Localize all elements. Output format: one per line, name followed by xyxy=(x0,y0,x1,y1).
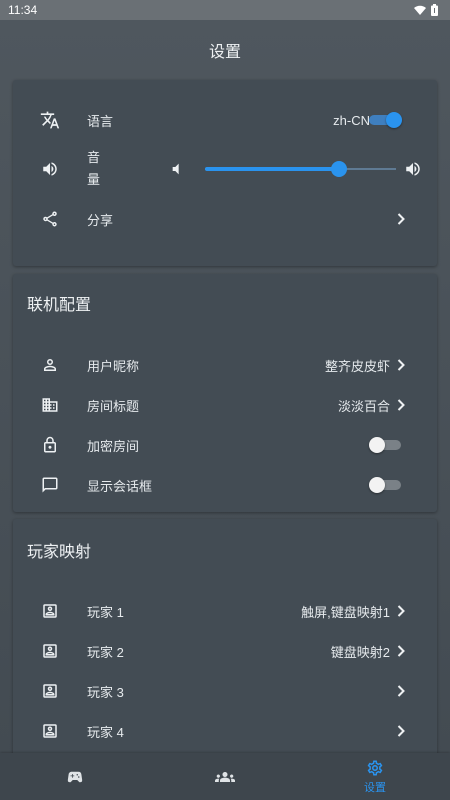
volume-slider-thumb[interactable] xyxy=(330,161,347,177)
language-row[interactable]: 语言 zh-CN xyxy=(13,100,437,140)
show-dialog-row[interactable]: 显示会话框 xyxy=(13,465,437,505)
account-box-icon xyxy=(39,600,61,622)
settings-page: 设置 语言 zh-CN 音量 分享 联机配置 用户昵称 整齐皮皮虾 房间标题 淡… xyxy=(0,20,450,753)
player-mapping-card: 玩家映射 玩家 1 触屏,键盘映射1 玩家 2 键盘映射2 玩家 3 玩家 4 xyxy=(13,519,437,753)
volume-down-icon[interactable] xyxy=(165,158,187,180)
volume-label: 音量 xyxy=(87,150,101,187)
player-mapping-value: 触屏,键盘映射1 xyxy=(301,604,390,620)
online-settings-card: 联机配置 用户昵称 整齐皮皮虾 房间标题 淡淡百合 加密房间 显示会话框 xyxy=(13,274,437,512)
share-icon xyxy=(39,208,61,230)
chevron-right-icon xyxy=(395,605,407,617)
nav-settings-label: 设置 xyxy=(364,781,386,794)
room-title-label: 房间标题 xyxy=(87,398,140,414)
language-value: zh-CN xyxy=(333,112,370,128)
volume-row: 音量 xyxy=(13,148,437,190)
account-box-icon xyxy=(39,640,61,662)
players-header: 玩家映射 xyxy=(27,544,92,561)
player-row[interactable]: 玩家 1 触屏,键盘映射1 xyxy=(13,591,437,631)
person-icon xyxy=(39,354,61,376)
nickname-row[interactable]: 用户昵称 整齐皮皮虾 xyxy=(13,345,437,385)
chevron-right-icon xyxy=(395,645,407,657)
account-box-icon xyxy=(39,680,61,702)
lock-icon xyxy=(39,434,61,456)
group-icon xyxy=(215,767,235,787)
language-label: 语言 xyxy=(87,113,114,129)
encrypt-room-row[interactable]: 加密房间 xyxy=(13,425,437,465)
online-header: 联机配置 xyxy=(27,297,92,314)
chevron-right-icon xyxy=(395,399,407,411)
encrypt-room-toggle[interactable] xyxy=(369,437,401,453)
chevron-right-icon xyxy=(395,725,407,737)
player-label: 玩家 3 xyxy=(87,684,124,700)
account-box-icon xyxy=(39,720,61,742)
nav-online[interactable] xyxy=(150,753,300,800)
status-bar: 11:34 xyxy=(0,0,450,20)
show-dialog-label: 显示会话框 xyxy=(87,478,153,494)
chevron-right-icon xyxy=(395,685,407,697)
player-row[interactable]: 玩家 2 键盘映射2 xyxy=(13,631,437,671)
gamepad-icon xyxy=(66,768,84,786)
building-icon xyxy=(39,394,61,416)
player-row[interactable]: 玩家 3 xyxy=(13,671,437,711)
translate-icon xyxy=(39,109,61,131)
nav-games[interactable] xyxy=(0,753,150,800)
player-row[interactable]: 玩家 4 xyxy=(13,711,437,751)
show-dialog-toggle[interactable] xyxy=(369,477,401,493)
language-toggle[interactable] xyxy=(369,112,402,128)
settings-gear-icon xyxy=(366,759,384,777)
status-icons xyxy=(414,4,438,16)
chevron-right-icon xyxy=(395,359,407,371)
share-row[interactable]: 分享 xyxy=(13,199,437,239)
nickname-value: 整齐皮皮虾 xyxy=(324,358,390,374)
player-label: 玩家 2 xyxy=(87,644,124,660)
nav-settings[interactable]: 设置 xyxy=(300,753,450,800)
volume-slider-fill xyxy=(205,167,339,171)
status-time: 11:34 xyxy=(8,3,38,17)
page-title: 设置 xyxy=(208,44,241,61)
wifi-icon xyxy=(414,5,426,15)
player-mapping-value: 键盘映射2 xyxy=(330,644,390,660)
encrypt-room-label: 加密房间 xyxy=(87,438,140,454)
share-label: 分享 xyxy=(87,212,114,228)
volume-icon xyxy=(39,158,61,180)
nickname-label: 用户昵称 xyxy=(87,358,140,374)
battery-icon xyxy=(431,4,438,16)
room-title-row[interactable]: 房间标题 淡淡百合 xyxy=(13,385,437,425)
player-label: 玩家 1 xyxy=(87,604,124,620)
chevron-right-icon xyxy=(395,213,407,225)
bottom-navigation: 设置 xyxy=(0,753,450,800)
chat-bubble-icon xyxy=(39,474,61,496)
volume-slider[interactable] xyxy=(205,161,396,177)
player-label: 玩家 4 xyxy=(87,724,124,740)
general-settings-card: 语言 zh-CN 音量 分享 xyxy=(13,80,437,266)
volume-up-icon[interactable] xyxy=(402,158,424,180)
room-title-value: 淡淡百合 xyxy=(337,398,390,414)
